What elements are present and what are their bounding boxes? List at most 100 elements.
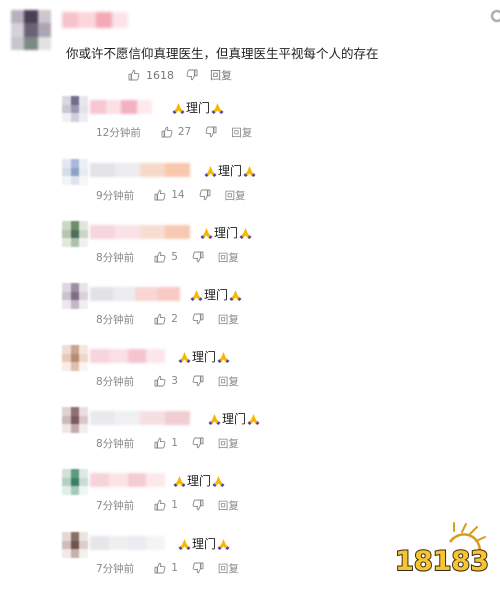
avatar[interactable] bbox=[62, 96, 88, 122]
username[interactable] bbox=[90, 536, 165, 550]
dislike-button[interactable] bbox=[192, 313, 204, 325]
like-button[interactable]: 2 bbox=[154, 313, 178, 325]
avatar[interactable] bbox=[62, 532, 88, 558]
username[interactable] bbox=[90, 473, 165, 487]
like-button[interactable]: 1 bbox=[154, 562, 178, 574]
thumb-down-icon bbox=[205, 126, 217, 138]
reply-text: 理门 bbox=[222, 412, 247, 426]
reply-text: 理门 bbox=[186, 101, 211, 115]
like-count: 2 bbox=[171, 313, 178, 325]
reply-actions: 12分钟前 27 回复 bbox=[96, 125, 252, 139]
praying-hands-icon bbox=[208, 413, 221, 425]
thumb-up-icon bbox=[154, 499, 166, 511]
praying-hands-icon bbox=[190, 289, 203, 301]
praying-hands-icon bbox=[247, 413, 260, 425]
like-button[interactable]: 27 bbox=[161, 126, 191, 138]
like-count: 1618 bbox=[146, 68, 174, 82]
dislike-button[interactable] bbox=[205, 126, 217, 138]
dislike-button[interactable] bbox=[199, 189, 211, 201]
reply-actions: 8分钟前 5 回复 bbox=[96, 250, 239, 264]
reply-actions: 8分钟前 3 回复 bbox=[96, 374, 239, 388]
reply-text: 理门 bbox=[192, 350, 217, 364]
timestamp: 7分钟前 bbox=[96, 562, 135, 575]
praying-hands-icon bbox=[239, 227, 252, 239]
thumb-up-icon bbox=[154, 375, 166, 387]
praying-hands-icon bbox=[172, 102, 185, 114]
reply-content: 理门 bbox=[173, 472, 225, 489]
like-button[interactable]: 3 bbox=[154, 375, 178, 387]
reply-actions: 7分钟前 1 回复 bbox=[96, 498, 239, 512]
like-button[interactable]: 1 bbox=[154, 499, 178, 511]
reply-button[interactable]: 回复 bbox=[218, 374, 239, 389]
thumb-up-icon bbox=[154, 562, 166, 574]
reply-content: 理门 bbox=[190, 286, 242, 303]
praying-hands-icon bbox=[178, 351, 191, 363]
username[interactable] bbox=[90, 287, 180, 301]
reply-text: 理门 bbox=[204, 288, 229, 302]
thumb-down-icon bbox=[186, 69, 198, 81]
thumb-up-icon bbox=[154, 189, 166, 201]
timestamp: 7分钟前 bbox=[96, 499, 135, 512]
reply-button[interactable]: 回复 bbox=[231, 125, 252, 140]
thumb-down-icon bbox=[192, 313, 204, 325]
avatar[interactable] bbox=[62, 159, 88, 185]
dislike-button[interactable] bbox=[186, 69, 198, 81]
avatar[interactable] bbox=[62, 221, 88, 247]
avatar[interactable] bbox=[62, 469, 88, 495]
like-count: 14 bbox=[171, 189, 185, 201]
reply-button[interactable]: 回复 bbox=[210, 67, 232, 83]
reply-button[interactable]: 回复 bbox=[225, 188, 246, 203]
dislike-button[interactable] bbox=[192, 251, 204, 263]
thumb-up-icon bbox=[154, 313, 166, 325]
like-count: 1 bbox=[171, 499, 178, 511]
timestamp: 12分钟前 bbox=[96, 126, 141, 139]
reply-actions: 9分钟前 14 回复 bbox=[96, 188, 246, 202]
username[interactable] bbox=[90, 163, 190, 177]
reply-button[interactable]: 回复 bbox=[218, 250, 239, 265]
thumb-up-icon bbox=[154, 437, 166, 449]
praying-hands-icon bbox=[212, 475, 225, 487]
dislike-button[interactable] bbox=[192, 375, 204, 387]
logo-text: 18183 bbox=[395, 546, 489, 577]
username[interactable] bbox=[90, 349, 165, 363]
timestamp: 8分钟前 bbox=[96, 437, 135, 450]
praying-hands-icon bbox=[229, 289, 242, 301]
thumb-up-icon bbox=[161, 126, 173, 138]
reply-button[interactable]: 回复 bbox=[218, 561, 239, 576]
reply-button[interactable]: 回复 bbox=[218, 498, 239, 513]
avatar[interactable] bbox=[62, 407, 88, 433]
reply-actions: 8分钟前 1 回复 bbox=[96, 436, 239, 450]
praying-hands-icon bbox=[217, 351, 230, 363]
like-button[interactable]: 5 bbox=[154, 251, 178, 263]
timestamp: 8分钟前 bbox=[96, 251, 135, 264]
dislike-button[interactable] bbox=[192, 562, 204, 574]
thumb-down-icon bbox=[192, 251, 204, 263]
praying-hands-icon bbox=[173, 475, 186, 487]
thumb-down-icon bbox=[192, 499, 204, 511]
reply-content: 理门 bbox=[178, 535, 230, 552]
timestamp: 8分钟前 bbox=[96, 313, 135, 326]
reply-text: 理门 bbox=[187, 474, 212, 488]
reply-content: 理门 bbox=[208, 410, 260, 427]
avatar[interactable] bbox=[62, 283, 88, 309]
reply-content: 理门 bbox=[172, 99, 224, 116]
thumb-up-icon bbox=[154, 251, 166, 263]
reply-button[interactable]: 回复 bbox=[218, 436, 239, 451]
like-button[interactable]: 1618 bbox=[128, 69, 174, 82]
thumb-up-icon bbox=[128, 69, 140, 81]
reply-button[interactable]: 回复 bbox=[218, 312, 239, 327]
username[interactable] bbox=[90, 411, 190, 425]
reply-text: 理门 bbox=[218, 164, 243, 178]
dislike-button[interactable] bbox=[192, 499, 204, 511]
reply-content: 理门 bbox=[178, 348, 230, 365]
like-button[interactable]: 14 bbox=[154, 189, 185, 201]
avatar[interactable] bbox=[62, 345, 88, 371]
praying-hands-icon bbox=[217, 538, 230, 550]
like-button[interactable]: 1 bbox=[154, 437, 178, 449]
username[interactable] bbox=[90, 225, 190, 239]
username[interactable] bbox=[90, 100, 152, 114]
reply-text: 理门 bbox=[192, 537, 217, 551]
dislike-button[interactable] bbox=[192, 437, 204, 449]
praying-hands-icon bbox=[211, 102, 224, 114]
reply-item: 理门 7分钟前 1 回复 bbox=[0, 0, 500, 575]
